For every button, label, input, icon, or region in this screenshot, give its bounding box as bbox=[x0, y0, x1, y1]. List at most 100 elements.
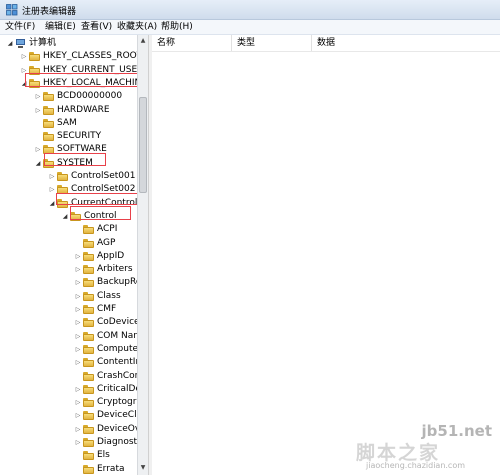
collapsed-arrow-icon[interactable]: ▷ bbox=[34, 90, 42, 103]
tree-node-label: Els bbox=[97, 450, 110, 461]
tree-node-label: Class bbox=[97, 290, 121, 301]
tree-node-label: Computer bbox=[97, 343, 137, 354]
tree-node-contentin[interactable]: ▷ ContentIn bbox=[0, 356, 137, 369]
tree-node-label: Cryptogra bbox=[97, 397, 137, 408]
tree-node-label: HARDWARE bbox=[57, 104, 110, 115]
collapsed-arrow-icon[interactable]: ▷ bbox=[74, 290, 82, 303]
highlight-control bbox=[70, 206, 131, 220]
folder-icon bbox=[83, 371, 94, 381]
window-title: 注册表编辑器 bbox=[22, 7, 77, 17]
title-bar: 注册表编辑器 bbox=[0, 0, 500, 20]
tree-node-backupre[interactable]: ▷ BackupRe bbox=[0, 276, 137, 289]
tree-node-computer[interactable]: ◢ 计算机 bbox=[0, 37, 137, 50]
folder-icon bbox=[43, 105, 54, 115]
tree-node-acpi[interactable]: ACPI bbox=[0, 223, 137, 236]
tree-node-label: AppID bbox=[97, 250, 125, 261]
tree-node-class[interactable]: ▷ Class bbox=[0, 290, 137, 303]
menu-favorites[interactable]: 收藏夹(A) bbox=[116, 21, 158, 33]
menu-edit[interactable]: 编辑(E) bbox=[44, 21, 77, 33]
tree-node-devicecla[interactable]: ▷ DeviceCla bbox=[0, 409, 137, 422]
collapsed-arrow-icon[interactable]: ▷ bbox=[74, 316, 82, 329]
tree-node-label: BCD00000000 bbox=[57, 91, 123, 102]
tree-node-label: DeviceCla bbox=[97, 410, 137, 421]
tree-node-bcd00000000[interactable]: ▷ BCD00000000 bbox=[0, 90, 137, 103]
tree-node-arbiters[interactable]: ▷ Arbiters bbox=[0, 263, 137, 276]
tree-node-criticalde[interactable]: ▷ CriticalDe bbox=[0, 383, 137, 396]
tree-node-codevicel[interactable]: ▷ CoDevicel bbox=[0, 316, 137, 329]
folder-icon bbox=[57, 172, 68, 181]
watermark: jb51.net 脚本之家 jiaocheng.chazidian.com bbox=[356, 420, 496, 472]
folder-icon bbox=[43, 132, 54, 142]
folder-icon bbox=[83, 305, 94, 314]
tree-node-hkey-classes-root[interactable]: ▷ HKEY_CLASSES_ROOT bbox=[0, 50, 137, 63]
tree-node-sam[interactable]: SAM bbox=[0, 117, 137, 130]
tree-node-label: ContentIn bbox=[97, 357, 137, 368]
tree-node-label: CrashCon bbox=[97, 370, 137, 381]
tree-node-label: SECURITY bbox=[57, 131, 102, 142]
folder-icon bbox=[43, 118, 54, 128]
scroll-up-arrow-icon[interactable]: ▲ bbox=[138, 36, 148, 46]
folder-icon bbox=[83, 331, 94, 341]
header-divider bbox=[152, 51, 500, 52]
collapsed-arrow-icon[interactable]: ▷ bbox=[74, 396, 82, 409]
tree-node-appid[interactable]: ▷ AppID bbox=[0, 250, 137, 263]
collapsed-arrow-icon[interactable]: ▷ bbox=[74, 276, 82, 289]
menu-view[interactable]: 查看(V) bbox=[80, 21, 113, 33]
folder-icon bbox=[83, 438, 94, 447]
tree-node-com-nan[interactable]: ▷ COM Nan bbox=[0, 330, 137, 343]
collapsed-arrow-icon[interactable]: ▷ bbox=[74, 263, 82, 276]
tree-node-label: AGP bbox=[97, 237, 116, 248]
tree-node-deviceove[interactable]: ▷ DeviceOve bbox=[0, 423, 137, 436]
collapsed-arrow-icon[interactable]: ▷ bbox=[74, 330, 82, 343]
folder-icon bbox=[83, 225, 94, 235]
tree-node-label: Arbiters bbox=[97, 264, 133, 275]
tree-node-controlset001[interactable]: ▷ ControlSet001 bbox=[0, 170, 137, 183]
collapsed-arrow-icon[interactable]: ▷ bbox=[74, 356, 82, 369]
collapsed-arrow-icon[interactable]: ▷ bbox=[74, 250, 82, 263]
scroll-thumb[interactable] bbox=[139, 97, 147, 193]
highlight-system bbox=[44, 153, 106, 166]
expanded-arrow-icon[interactable]: ◢ bbox=[34, 157, 42, 170]
column-type[interactable]: 类型 bbox=[232, 35, 312, 51]
collapsed-arrow-icon[interactable]: ▷ bbox=[74, 423, 82, 436]
tree-scrollbar[interactable]: ▲ ▼ bbox=[137, 35, 148, 475]
tree-node-cmf[interactable]: ▷ CMF bbox=[0, 303, 137, 316]
regedit-icon bbox=[6, 4, 18, 16]
folder-icon bbox=[83, 291, 94, 301]
column-data[interactable]: 数据 bbox=[312, 35, 500, 51]
folder-icon bbox=[83, 358, 94, 368]
folder-icon bbox=[83, 344, 94, 354]
collapsed-arrow-icon[interactable]: ▷ bbox=[20, 50, 28, 63]
collapsed-arrow-icon[interactable]: ▷ bbox=[74, 303, 82, 316]
highlight-hklm bbox=[25, 73, 146, 87]
scroll-down-arrow-icon[interactable]: ▼ bbox=[138, 463, 148, 473]
tree-node-computer[interactable]: ▷ Computer bbox=[0, 343, 137, 356]
values-pane[interactable]: 名称 类型 数据 bbox=[152, 35, 500, 475]
tree-node-security[interactable]: SECURITY bbox=[0, 130, 137, 143]
collapsed-arrow-icon[interactable]: ▷ bbox=[74, 383, 82, 396]
tree-node-errata[interactable]: Errata bbox=[0, 463, 137, 475]
menu-bar: 文件(F) 编辑(E) 查看(V) 收藏夹(A) 帮助(H) bbox=[0, 20, 500, 35]
collapsed-arrow-icon[interactable]: ▷ bbox=[48, 170, 56, 183]
tree-node-crashcon[interactable]: CrashCon bbox=[0, 370, 137, 383]
tree-node-agp[interactable]: AGP bbox=[0, 237, 137, 250]
tree-node-label: CriticalDe bbox=[97, 383, 137, 394]
expanded-arrow-icon[interactable]: ◢ bbox=[6, 37, 14, 50]
column-name[interactable]: 名称 bbox=[152, 35, 232, 51]
collapsed-arrow-icon[interactable]: ▷ bbox=[34, 104, 42, 117]
collapsed-arrow-icon[interactable]: ▷ bbox=[34, 143, 42, 156]
menu-file[interactable]: 文件(F) bbox=[4, 21, 36, 33]
tree-node-els[interactable]: Els bbox=[0, 449, 137, 462]
registry-tree[interactable]: ◢ 计算机 ▷ HKEY_CLASSES_ROOT ▷ HKEY_CURRENT_USER… bbox=[0, 35, 137, 475]
tree-node-cryptogra[interactable]: ▷ Cryptogra bbox=[0, 396, 137, 409]
collapsed-arrow-icon[interactable]: ▷ bbox=[48, 183, 56, 196]
folder-icon bbox=[83, 251, 94, 261]
collapsed-arrow-icon[interactable]: ▷ bbox=[74, 409, 82, 422]
collapsed-arrow-icon[interactable]: ▷ bbox=[74, 436, 82, 449]
tree-node-diagnostic[interactable]: ▷ Diagnostic bbox=[0, 436, 137, 449]
tree-node-hardware[interactable]: ▷ HARDWARE bbox=[0, 104, 137, 117]
collapsed-arrow-icon[interactable]: ▷ bbox=[74, 343, 82, 356]
expanded-arrow-icon[interactable]: ◢ bbox=[48, 197, 56, 210]
menu-help[interactable]: 帮助(H) bbox=[160, 21, 194, 33]
expanded-arrow-icon[interactable]: ◢ bbox=[61, 210, 69, 223]
